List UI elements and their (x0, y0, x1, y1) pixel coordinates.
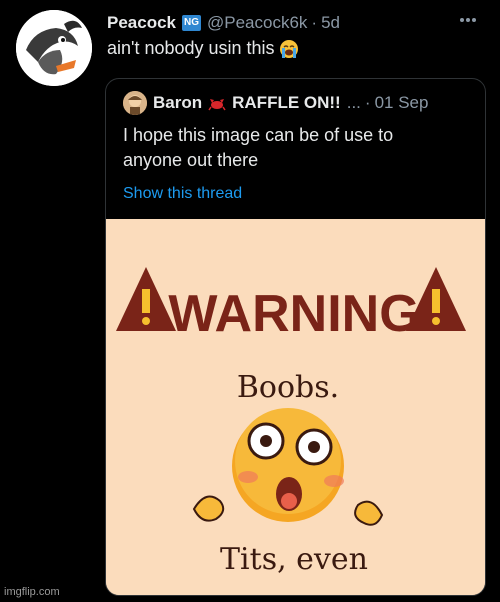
meme-line-1: Boobs. (237, 370, 339, 405)
quoted-text: I hope this image can be of use to anyon… (123, 123, 463, 173)
tweet-header: Peacock NG @Peacock6k · 5d (107, 11, 467, 35)
show-thread-link[interactable]: Show this thread (123, 185, 242, 203)
warning-meme-image: WARNING Boobs. Tits, even (106, 219, 485, 595)
quoted-image[interactable]: WARNING Boobs. Tits, even (106, 219, 485, 595)
ng-badge-icon: NG (182, 15, 201, 31)
crab-icon (208, 95, 226, 111)
warning-heading: WARNING (168, 285, 419, 343)
quoted-text-line-1: I hope this image can be of use to (123, 125, 394, 145)
avatar-image (16, 10, 92, 86)
quoted-display-name[interactable]: Baron (153, 93, 202, 113)
tweet-text: ain't nobody usin this (107, 38, 299, 59)
quoted-text-line-2: anyone out there (123, 150, 259, 170)
separator: · (311, 13, 318, 32)
more-horizontal-icon[interactable] (456, 10, 480, 30)
tweet-text-content: ain't nobody usin this (107, 38, 275, 58)
meme-line-2: Tits, even (220, 542, 368, 577)
quoted-display-name-suffix[interactable]: RAFFLE ON!! (232, 93, 341, 113)
quoted-handle-ellipsis: ... (346, 93, 361, 112)
display-name[interactable]: Peacock (107, 13, 176, 33)
timestamp[interactable]: 5d (321, 13, 340, 33)
quoted-tweet[interactable]: Baron RAFFLE ON!! ... · 01 Sep I hope th… (105, 78, 486, 596)
quoted-timestamp[interactable]: 01 Sep (375, 93, 429, 113)
user-handle[interactable]: @Peacock6k (207, 13, 307, 33)
watermark: imgflip.com (4, 586, 60, 598)
quoted-header: Baron RAFFLE ON!! ... · 01 Sep (153, 91, 473, 115)
loudly-crying-face-icon (279, 39, 299, 59)
avatar[interactable] (16, 10, 92, 86)
quoted-avatar[interactable] (123, 91, 147, 115)
quoted-separator: · (364, 93, 371, 112)
